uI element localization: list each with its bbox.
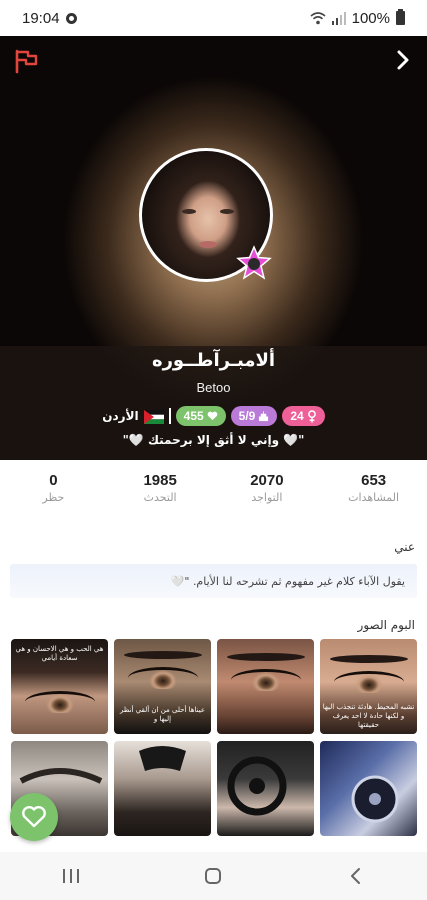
star-badge-icon bbox=[236, 245, 272, 280]
system-nav-bar bbox=[0, 852, 427, 900]
chevron-right-icon[interactable] bbox=[391, 48, 415, 72]
status-bar: 19:04 100% bbox=[0, 0, 427, 36]
home-button[interactable] bbox=[183, 856, 243, 896]
home-icon bbox=[205, 868, 222, 884]
likes-badge: 455 bbox=[175, 406, 226, 426]
photo-eye bbox=[25, 691, 95, 713]
gallery-photo[interactable] bbox=[320, 741, 417, 836]
gallery-photo[interactable]: هي الحب و هي الاحسان و هي سعادة أيامي bbox=[11, 639, 108, 734]
gallery-photo[interactable]: عيناها أحلى من ان ألقي أنظر إليها و bbox=[114, 639, 211, 734]
avatar-lips bbox=[199, 241, 217, 248]
recents-button[interactable] bbox=[41, 856, 101, 896]
car-wheel-icon bbox=[351, 775, 399, 823]
level-badge: 5/9 bbox=[230, 406, 278, 426]
stat-views: 653 المشاهدات bbox=[329, 472, 419, 522]
heart-outline-icon bbox=[22, 805, 46, 828]
profile-bio: "🤍 وإني لا أثق إلا برحمتك 🤍" bbox=[122, 433, 305, 447]
level-value: 5/9 bbox=[238, 409, 256, 423]
stat-label: حظر bbox=[42, 491, 65, 504]
photo-caption: عيناها أحلى من ان ألقي أنظر إليها و bbox=[119, 706, 206, 723]
battery-icon bbox=[396, 9, 405, 25]
likes-count: 455 bbox=[183, 409, 204, 423]
cake-icon bbox=[259, 410, 269, 421]
photo-eye bbox=[128, 667, 198, 689]
about-title: عني bbox=[394, 540, 415, 554]
stat-value: 653 bbox=[361, 472, 387, 489]
avatar-eye-right bbox=[220, 209, 234, 214]
photo-caption: تشبه المحيط. هادئة تنجذب اليها و لكنها ح… bbox=[322, 703, 415, 729]
photo-brow bbox=[124, 651, 202, 659]
back-button[interactable] bbox=[326, 856, 386, 896]
avatar-container[interactable] bbox=[139, 148, 273, 282]
photo-eye bbox=[334, 671, 404, 693]
like-button[interactable] bbox=[10, 793, 58, 841]
photo-eye bbox=[231, 669, 301, 691]
about-box: يقول الآباء كلام غير مفهوم ثم تشرحه لنا … bbox=[10, 564, 417, 598]
gallery-title: البوم الصور bbox=[357, 618, 415, 632]
photo-brow bbox=[227, 653, 305, 661]
stat-label: التواجد bbox=[251, 491, 283, 504]
age-badge: 24 bbox=[282, 406, 325, 426]
age-value: 24 bbox=[290, 409, 304, 423]
photo-brow bbox=[330, 655, 408, 663]
female-icon bbox=[307, 409, 316, 423]
profile-badges: الأردن 455 5/9 24 bbox=[0, 406, 427, 426]
profile-header: ألامبـرآطــوره Betoo الأردن 455 5/9 24 "… bbox=[0, 36, 427, 460]
gallery-photo[interactable] bbox=[114, 741, 211, 836]
flag-icon[interactable] bbox=[14, 48, 40, 74]
status-time: 19:04 bbox=[22, 9, 60, 27]
gallery-photo[interactable]: تشبه المحيط. هادئة تنجذب اليها و لكنها ح… bbox=[320, 639, 417, 734]
stat-presence: 2070 التواجد bbox=[222, 472, 312, 522]
recents-icon bbox=[63, 869, 80, 883]
stat-blocked: 0 حظر bbox=[8, 472, 98, 522]
status-right: 100% bbox=[310, 9, 405, 27]
battery-percent: 100% bbox=[351, 9, 390, 27]
back-icon bbox=[350, 868, 360, 884]
whatsapp-icon bbox=[65, 12, 77, 24]
badge-separator bbox=[168, 408, 171, 424]
steering-wheel-icon bbox=[227, 756, 287, 816]
heart-icon bbox=[207, 411, 218, 421]
about-text: يقول الآباء كلام غير مفهوم ثم تشرحه لنا … bbox=[170, 574, 405, 588]
gallery-photo[interactable] bbox=[217, 639, 314, 734]
status-left: 19:04 bbox=[22, 10, 77, 27]
stat-label: التحدث bbox=[143, 491, 177, 504]
wifi-icon bbox=[310, 11, 326, 24]
profile-subname: Betoo bbox=[196, 380, 231, 395]
photo-gallery: تشبه المحيط. هادئة تنجذب اليها و لكنها ح… bbox=[10, 639, 417, 836]
steering-wheel-icon bbox=[139, 746, 186, 771]
stat-value: 0 bbox=[49, 472, 58, 489]
profile-username: ألامبـرآطــوره bbox=[151, 350, 276, 371]
gallery-photo[interactable] bbox=[217, 741, 314, 836]
signal-icon bbox=[331, 11, 346, 25]
stat-value: 2070 bbox=[250, 472, 284, 489]
stat-value: 1985 bbox=[143, 472, 177, 489]
stat-label: المشاهدات bbox=[348, 491, 400, 504]
stat-talk: 1985 التحدث bbox=[115, 472, 205, 522]
profile-stats: 0 حظر 1985 التحدث 2070 التواجد 653 المشا… bbox=[0, 472, 427, 522]
country-label: الأردن bbox=[102, 409, 139, 423]
avatar-eye-left bbox=[182, 209, 196, 214]
jordan-flag-icon bbox=[143, 409, 164, 424]
photo-caption: هي الحب و هي الاحسان و هي سعادة أيامي bbox=[15, 645, 104, 662]
